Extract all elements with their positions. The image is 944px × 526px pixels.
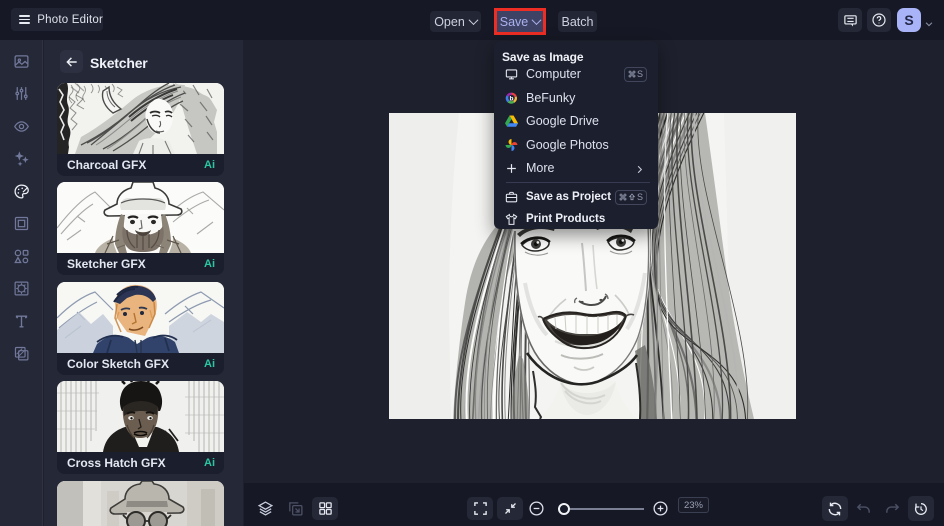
svg-text:b: b (510, 95, 514, 102)
